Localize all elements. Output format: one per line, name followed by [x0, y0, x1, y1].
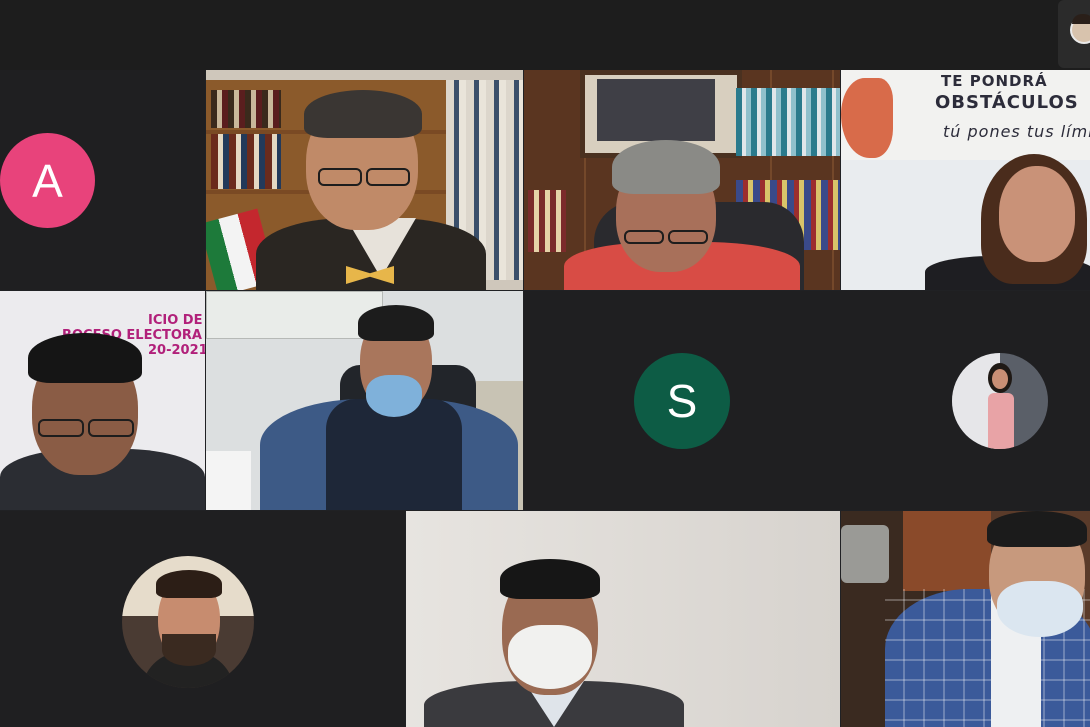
- poster-line-2: OBSTÁCULOS: [935, 92, 1079, 113]
- participant-avatar-a: A: [0, 133, 95, 228]
- participant-video-masked-man-office[interactable]: [206, 291, 523, 510]
- participant-tile-a[interactable]: A: [0, 70, 205, 290]
- participant-tile-s[interactable]: S: [524, 291, 1090, 510]
- participant-tile-photo-avatar[interactable]: [0, 511, 405, 727]
- participant-video-banner-man[interactable]: ICIO DE ROCESO ELECTORA 20-2021: [0, 291, 205, 510]
- participant-video-poster-woman[interactable]: TE PONDRÁ OBSTÁCULOS tú pones tus lími: [841, 70, 1090, 290]
- banner-line-3: 20-2021: [148, 343, 205, 358]
- poster-line-3: tú pones tus lími: [943, 122, 1090, 141]
- participant-video-red-sweater-man[interactable]: [524, 70, 840, 290]
- face-mask: [997, 581, 1083, 637]
- participant-photo-avatar-woman: [952, 353, 1048, 449]
- avatar-letter-a: A: [32, 154, 63, 207]
- participant-video-bookshelf-man[interactable]: [206, 70, 523, 290]
- avatar-letter-s: S: [666, 375, 698, 427]
- wall-map: [206, 291, 383, 339]
- face-mask: [366, 375, 422, 417]
- top-bar: [0, 0, 1090, 70]
- participant-avatar-s: S: [634, 353, 730, 449]
- participant-video-blue-suit-man[interactable]: [841, 511, 1090, 727]
- participant-video-masked-man-suit[interactable]: [406, 511, 840, 727]
- face-mask: [508, 625, 592, 689]
- coffee-maker: [841, 525, 889, 583]
- banner-line-1: ICIO DE: [148, 313, 203, 328]
- poster-line-1: TE PONDRÁ: [941, 72, 1048, 90]
- glasses-icon: [318, 168, 362, 186]
- participant-photo-avatar-man: [122, 556, 254, 688]
- self-view-thumbnail[interactable]: [1058, 0, 1090, 68]
